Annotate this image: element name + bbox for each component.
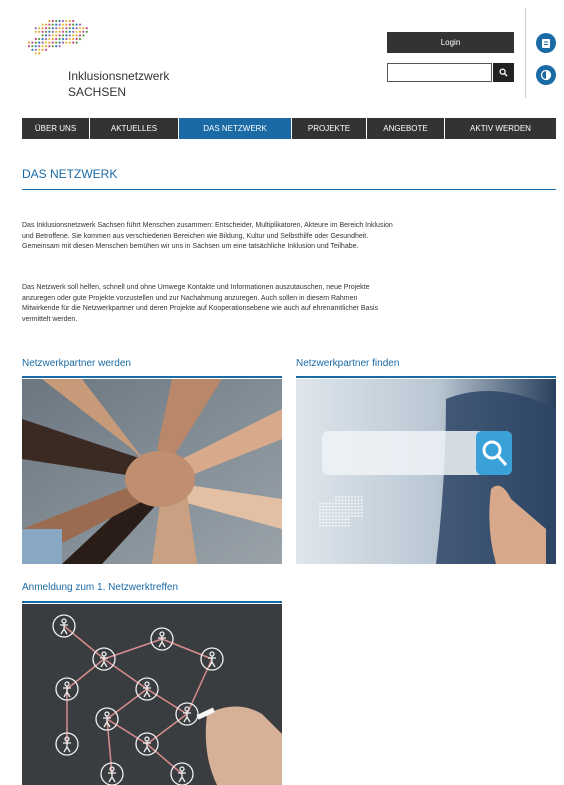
accessibility-easy-language-icon (542, 39, 550, 48)
logo-line-2: SACHSEN (68, 85, 127, 99)
section-title-netzwerkpartner-werden[interactable]: Netzwerkpartner werden (22, 358, 131, 369)
header-divider (525, 8, 526, 98)
section-title-netzwerkpartner-finden[interactable]: Netzwerkpartner finden (296, 358, 399, 369)
search-input[interactable] (387, 63, 492, 82)
logo-line-1: Inklusionsnetzwerk (68, 69, 170, 83)
section-title-anmeldung-netzwerktreffen[interactable]: Anmeldung zum 1. Netzwerktreffen (22, 582, 178, 593)
logo-text: Inklusionsnetzwerk SACHSEN (68, 68, 169, 100)
accessibility-contrast-icon (540, 69, 552, 81)
search-button[interactable] (493, 63, 514, 82)
intro-paragraph-2: Das Netzwerk soll helfen, schnell und oh… (22, 284, 379, 323)
network-chalkboard-image[interactable] (22, 604, 282, 785)
nav-item-das-netzwerk[interactable]: DAS NETZWERK (179, 118, 292, 139)
accessibility-easy-language-button[interactable] (536, 33, 556, 53)
page-title: DAS NETZWERK (22, 167, 118, 181)
nav-item-projekte[interactable]: PROJEKTE (292, 118, 367, 139)
hands-together-image[interactable] (22, 379, 282, 564)
search-icon (499, 68, 508, 77)
section-divider (22, 376, 282, 378)
main-navigation: ÜBER UNS AKTUELLES DAS NETZWERK PROJEKTE… (22, 118, 556, 139)
title-divider (22, 189, 556, 190)
nav-item-ueber-uns[interactable]: ÜBER UNS (22, 118, 90, 139)
nav-item-aktuelles[interactable]: AKTUELLES (90, 118, 179, 139)
site-logo[interactable]: Inklusionsnetzwerk SACHSEN (26, 18, 186, 108)
intro-paragraph-1: Das Inklusionsnetzwerk Sachsen führt Men… (22, 222, 393, 250)
nav-item-aktiv-werden[interactable]: AKTIV WERDEN (445, 118, 556, 139)
section-divider (22, 601, 282, 603)
section-divider (296, 376, 556, 378)
nav-item-angebote[interactable]: ANGEBOTE (367, 118, 445, 139)
login-button[interactable]: Login (387, 32, 514, 53)
accessibility-contrast-button[interactable] (536, 65, 556, 85)
saxony-dot-map-logo-icon (27, 19, 88, 55)
search-touch-image[interactable] (296, 379, 556, 564)
